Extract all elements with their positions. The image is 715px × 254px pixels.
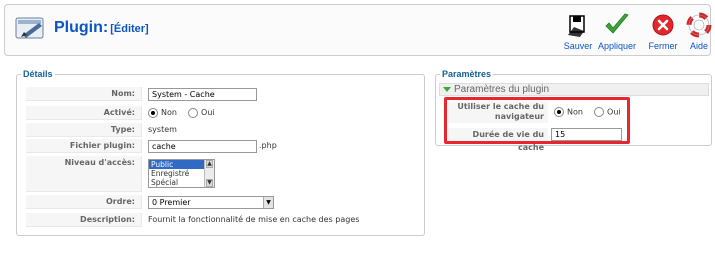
name-label: Nom: [26,87,142,101]
apply-button[interactable]: Appliquer [597,11,637,51]
name-input[interactable]: System - Cache [148,88,257,101]
plugin-icon [15,17,44,39]
save-button[interactable]: Sauver [558,11,598,51]
toolbar: Plugin: [Éditer] Sauver Appliquer Fermer … [4,4,712,56]
order-label: Ordre: [26,195,142,209]
help-lifebuoy-icon [686,12,712,38]
enabled-yes-label: Oui [201,108,215,117]
enabled-label: Activé: [26,106,142,120]
file-input[interactable]: cache [148,140,257,153]
highlight-box [444,97,630,144]
description-value: Fournit la fonctionnalité de mise en cac… [148,215,360,224]
details-legend: Détails [21,69,55,79]
type-value: system [148,125,177,134]
order-value: 0 Premier [152,198,191,207]
order-row: Ordre: 0 Premier ▼ [26,195,418,209]
access-label: Niveau d'accès: [26,156,142,192]
enabled-no-label: Non [161,108,177,117]
help-label: Aide [689,41,708,51]
page-subtitle: [Éditer] [110,23,149,35]
apply-label: Appliquer [597,41,637,51]
enabled-row: Activé: Non Oui [26,106,418,120]
enabled-radios: Non Oui [148,106,215,120]
scroll-down-icon[interactable]: ▼ [206,179,213,187]
access-row: Niveau d'accès: Public Enregistré Spécia… [26,156,418,192]
chevron-down-icon[interactable]: ▼ [263,197,273,208]
close-button[interactable]: Fermer [643,11,683,51]
close-label: Fermer [648,41,678,51]
description-label: Description: [26,213,142,227]
page-title: Plugin: [Éditer] [54,19,149,37]
type-row: Type: system [26,123,418,137]
access-listbox[interactable]: Public Enregistré Spécial ▲ ▼ [148,159,215,188]
enabled-yes-radio[interactable] [188,107,199,118]
save-icon [568,15,585,37]
save-label: Sauver [563,41,593,51]
plugin-params-toggle[interactable]: Paramètres du plugin [439,83,709,96]
name-row: Nom: System - Cache [26,87,418,101]
file-ext: .php [259,141,277,150]
access-scrollbar[interactable]: ▲ ▼ [204,160,214,187]
description-row: Description: Fournit la fonctionnalité d… [26,213,418,227]
plugin-params-title: Paramètres du plugin [454,84,550,95]
page-title-text: Plugin: [54,19,109,36]
enabled-no-radio[interactable] [148,107,158,118]
scroll-up-icon[interactable]: ▲ [206,160,213,168]
expand-triangle-icon [443,87,451,92]
details-panel: Détails Nom: System - Cache Activé: Non … [16,69,425,236]
apply-check-icon [605,13,629,34]
params-legend: Paramètres [440,69,494,79]
file-row: Fichier plugin: cache .php [26,139,418,153]
file-label: Fichier plugin: [26,139,142,153]
help-button[interactable]: Aide [679,11,715,51]
close-icon [652,14,674,36]
order-select[interactable]: 0 Premier ▼ [148,196,274,209]
type-label: Type: [26,123,142,137]
